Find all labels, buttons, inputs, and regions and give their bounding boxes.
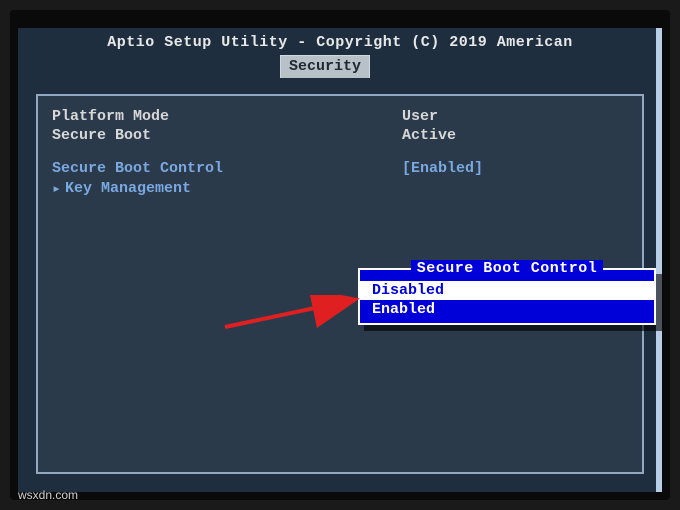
secure-boot-control-label: Secure Boot Control: [52, 160, 402, 177]
spacer: [52, 146, 628, 160]
panel-divider: [656, 28, 662, 492]
submenu-arrow-icon: ▸: [52, 179, 61, 198]
bios-header-title: Aptio Setup Utility - Copyright (C) 2019…: [18, 28, 662, 55]
secure-boot-control-value: [Enabled]: [402, 160, 483, 177]
watermark: wsxdn.com: [18, 488, 78, 502]
platform-mode-label: Platform Mode: [52, 108, 402, 125]
popup-option-enabled[interactable]: Enabled: [360, 300, 654, 319]
secure-boot-status-value: Active: [402, 127, 456, 144]
popup-option-disabled[interactable]: Disabled: [360, 281, 654, 300]
secure-boot-status-row: Secure Boot Active: [52, 127, 628, 144]
secure-boot-control-row[interactable]: Secure Boot Control [Enabled]: [52, 160, 628, 177]
key-management-label: Key Management: [65, 180, 191, 197]
key-management-row[interactable]: ▸ Key Management: [52, 179, 628, 198]
tab-security[interactable]: Security: [280, 55, 370, 78]
platform-mode-value: User: [402, 108, 438, 125]
tab-bar: Security: [32, 55, 648, 77]
platform-mode-row: Platform Mode User: [52, 108, 628, 125]
popup-title: Secure Boot Control: [411, 260, 604, 277]
secure-boot-control-popup: Secure Boot Control Disabled Enabled: [358, 268, 656, 325]
secure-boot-status-label: Secure Boot: [52, 127, 402, 144]
monitor-bezel: Aptio Setup Utility - Copyright (C) 2019…: [10, 10, 670, 500]
